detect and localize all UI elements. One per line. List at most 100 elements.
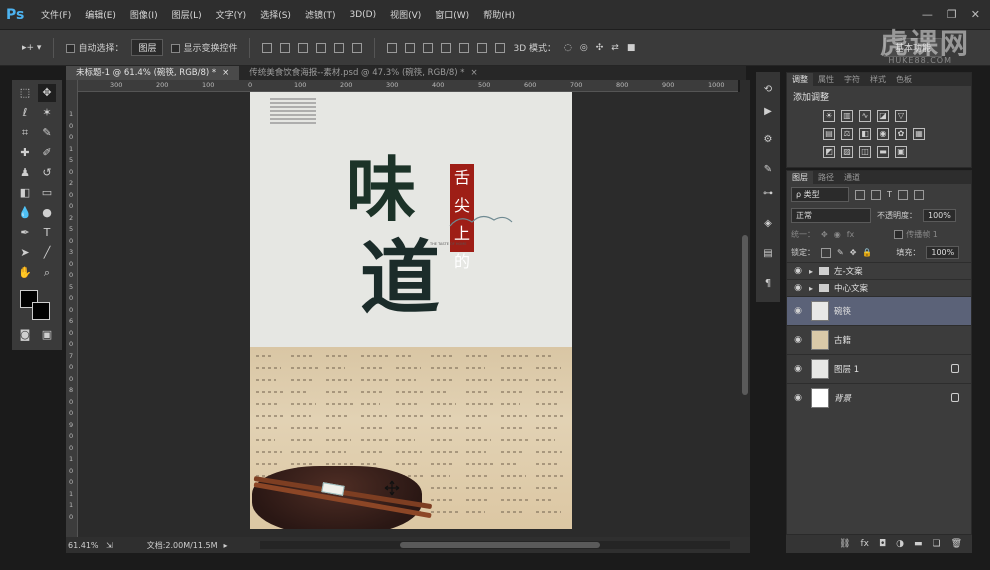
chevron-right-icon[interactable]: ▸ (809, 284, 817, 293)
eye-icon[interactable]: ◉ (787, 364, 809, 374)
curves-icon[interactable]: ∿ (859, 110, 871, 122)
distribute-vcenter-icon[interactable] (405, 42, 416, 53)
layer-background[interactable]: ◉ 背景 (787, 383, 971, 412)
unify-style-icon[interactable]: fx (847, 230, 855, 239)
fill-input[interactable]: 100% (926, 246, 960, 259)
eye-icon[interactable]: ◉ (787, 306, 809, 316)
exposure-icon[interactable]: ◪ (877, 110, 889, 122)
align-right-icon[interactable] (352, 42, 363, 53)
link-icon[interactable]: ⛓ (839, 539, 850, 549)
path-select-icon[interactable]: ➤ (16, 244, 34, 262)
folder-icon[interactable]: ▬ (914, 539, 923, 549)
screen-mode-icon[interactable]: ▣ (38, 326, 56, 344)
menu-image[interactable]: 图像(I) (123, 8, 165, 21)
align-hcenter-icon[interactable] (334, 42, 345, 53)
layer-ancient-book[interactable]: ◉ 古籍 (787, 325, 971, 354)
eye-icon[interactable]: ◉ (787, 393, 809, 403)
minimize-icon[interactable]: — (922, 8, 933, 21)
lock-position-icon[interactable]: ✥ (850, 248, 857, 257)
eraser-tool-icon[interactable]: ◧ (16, 184, 34, 202)
lasso-tool-icon[interactable]: ℓ (16, 104, 34, 122)
line-tool-icon[interactable]: ╱ (38, 244, 56, 262)
auto-select-checkbox[interactable]: 自动选择： (66, 41, 123, 54)
align-vcenter-icon[interactable] (280, 42, 291, 53)
paragraph-panel-icon[interactable]: ¶ (762, 278, 774, 290)
menu-file[interactable]: 文件(F) (34, 8, 78, 21)
vertical-scrollbar[interactable] (740, 80, 750, 537)
eyedropper-icon[interactable]: ✎ (38, 124, 56, 142)
layer-group-center-copy[interactable]: ◉ ▸ 中心文案 (787, 279, 971, 296)
vibrance-icon[interactable]: ▽ (895, 110, 907, 122)
brush-panel-icon[interactable]: ✎ (762, 164, 774, 176)
menu-edit[interactable]: 编辑(E) (78, 8, 123, 21)
propagate-checkbox[interactable]: 传播帧 1 (894, 229, 938, 240)
crop-tool-icon[interactable]: ⌗ (16, 124, 34, 142)
tab-swatches[interactable]: 色板 (891, 73, 917, 86)
slide-3d-icon[interactable]: ⇄ (611, 43, 619, 53)
gradient-map-icon[interactable]: ▬ (877, 146, 889, 158)
tab-poster-psd[interactable]: 传统美食饮食海报--素材.psd @ 47.3% (碗筷, RGB/8) * × (239, 66, 487, 80)
unify-position-icon[interactable]: ✥ (821, 230, 828, 239)
distribute-hcenter-icon[interactable] (459, 42, 470, 53)
tab-layers[interactable]: 图层 (787, 171, 813, 184)
marquee-tool-icon[interactable]: ⬚ (16, 84, 34, 102)
filter-smart-icon[interactable] (913, 189, 924, 200)
quick-mask-icon[interactable]: ◙ (16, 326, 34, 344)
pen-tool-icon[interactable]: ✒ (16, 224, 34, 242)
move-tool-preset-icon[interactable]: ▸+ ▾ (22, 43, 41, 53)
black-white-icon[interactable]: ◧ (859, 128, 871, 140)
adjustment-icon[interactable]: ◑ (896, 539, 904, 549)
threshold-icon[interactable]: ◫ (859, 146, 871, 158)
filter-shape-icon[interactable] (897, 189, 908, 200)
scroll-thumb[interactable] (400, 542, 600, 548)
levels-icon[interactable]: ▥ (841, 110, 853, 122)
tab-styles[interactable]: 样式 (865, 73, 891, 86)
channel-mixer-icon[interactable]: ✿ (895, 128, 907, 140)
healing-brush-icon[interactable]: ✚ (16, 144, 34, 162)
scroll-thumb[interactable] (742, 235, 748, 395)
unify-visibility-icon[interactable]: ◉ (834, 230, 841, 239)
tab-adjustments[interactable]: 调整 (787, 73, 813, 86)
blend-mode-dropdown[interactable]: 正常 (791, 208, 871, 223)
layer-filter-dropdown[interactable]: ρ 类型 (791, 187, 849, 202)
menu-layer[interactable]: 图层(L) (165, 8, 209, 21)
eye-icon[interactable]: ◉ (787, 266, 809, 276)
fx-icon[interactable]: fx (860, 539, 869, 549)
tab-properties[interactable]: 属性 (813, 73, 839, 86)
layer-group-left-copy[interactable]: ◉ ▸ 左-文案 (787, 262, 971, 279)
close-icon[interactable]: ✕ (971, 8, 980, 21)
hand-tool-icon[interactable]: ✋ (16, 264, 34, 282)
align-bottom-icon[interactable] (298, 42, 309, 53)
menu-filter[interactable]: 滤镜(T) (298, 8, 343, 21)
tab-channels[interactable]: 通道 (839, 171, 865, 184)
filter-pixel-icon[interactable] (855, 189, 865, 200)
actions-panel-icon[interactable]: ▶ (762, 106, 774, 118)
menu-select[interactable]: 选择(S) (253, 8, 298, 21)
menu-type[interactable]: 文字(Y) (209, 8, 254, 21)
stamp-tool-icon[interactable]: ♟ (16, 164, 34, 182)
opacity-input[interactable]: 100% (923, 209, 956, 222)
scale-3d-icon[interactable]: ■ (627, 43, 636, 53)
brush-tool-icon[interactable]: ✐ (38, 144, 56, 162)
distribute-bottom-icon[interactable] (423, 42, 434, 53)
clone-source-icon[interactable]: ⊶ (762, 188, 774, 200)
type-tool-icon[interactable]: T (38, 224, 56, 242)
close-icon[interactable]: × (471, 68, 478, 78)
lock-pixels-icon[interactable]: ✎ (837, 248, 844, 257)
background-color-swatch[interactable] (32, 302, 50, 320)
dodge-tool-icon[interactable]: ● (38, 204, 56, 222)
auto-align-icon[interactable] (495, 42, 506, 53)
tool-presets-icon[interactable]: ⚙ (762, 134, 774, 146)
zoom-level[interactable]: 61.41% (66, 541, 106, 550)
info-panel-icon[interactable]: ▤ (762, 248, 774, 260)
invert-icon[interactable]: ◩ (823, 146, 835, 158)
chevron-right-icon[interactable]: ▸ (809, 267, 817, 276)
distribute-right-icon[interactable] (477, 42, 488, 53)
lock-transparent-icon[interactable] (821, 247, 831, 258)
drag-3d-icon[interactable]: ✣ (596, 43, 604, 53)
roll-3d-icon[interactable]: ◎ (580, 43, 588, 53)
poster-canvas[interactable]: 味 道 舌尖上的 THE TASTE OF HOME (250, 92, 572, 529)
rotate-3d-icon[interactable]: ◌ (564, 43, 572, 53)
distribute-top-icon[interactable] (387, 42, 398, 53)
eye-icon[interactable]: ◉ (787, 283, 809, 293)
